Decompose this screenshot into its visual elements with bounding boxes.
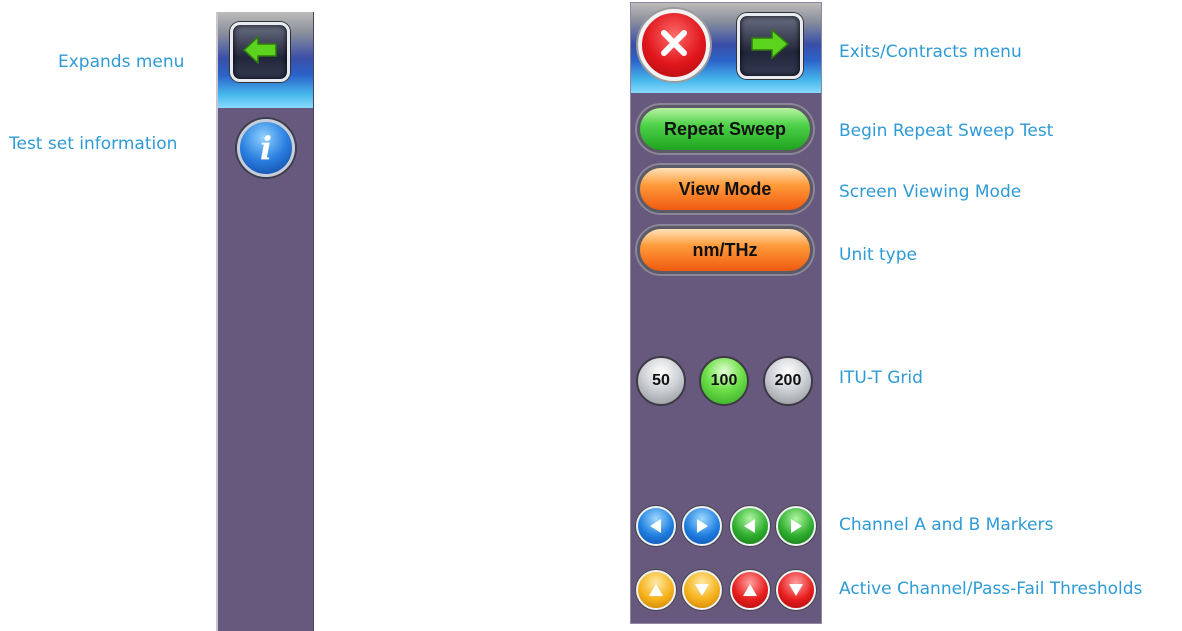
- info-icon: i: [259, 129, 273, 167]
- callout-test-set-information: Test set information: [9, 134, 178, 154]
- callout-exits-contracts-menu: Exits/Contracts menu: [839, 42, 1022, 62]
- expand-menu-button[interactable]: [230, 22, 290, 82]
- triangle-up-icon: [743, 584, 757, 596]
- repeat-sweep-button[interactable]: Repeat Sweep: [637, 105, 813, 153]
- unit-type-button[interactable]: nm/THz: [637, 226, 813, 274]
- active-channel-down-button[interactable]: [682, 570, 722, 610]
- triangle-up-icon: [649, 584, 663, 596]
- contract-menu-button[interactable]: [737, 13, 803, 79]
- grid-200-button[interactable]: 200: [763, 356, 813, 406]
- callout-expands-menu: Expands menu: [58, 52, 185, 72]
- triangle-left-icon: [650, 519, 661, 533]
- threshold-down-button[interactable]: [776, 570, 816, 610]
- channel-a-marker-left-button[interactable]: [636, 506, 676, 546]
- close-button[interactable]: [638, 9, 710, 81]
- expanded-side-panel: Repeat Sweep View Mode nm/THz 50 100 200: [630, 2, 822, 624]
- channel-b-marker-right-button[interactable]: [776, 506, 816, 546]
- triangle-left-icon: [744, 519, 755, 533]
- grid-50-button[interactable]: 50: [636, 356, 686, 406]
- triangle-down-icon: [695, 584, 709, 596]
- channel-a-marker-right-button[interactable]: [682, 506, 722, 546]
- triangle-right-icon: [791, 519, 802, 533]
- active-channel-up-button[interactable]: [636, 570, 676, 610]
- arrow-left-icon: [242, 35, 278, 69]
- view-mode-button[interactable]: View Mode: [637, 165, 813, 213]
- threshold-up-button[interactable]: [730, 570, 770, 610]
- callout-unit-type: Unit type: [839, 245, 917, 265]
- info-button[interactable]: i: [237, 119, 295, 177]
- callout-channel-markers: Channel A and B Markers: [839, 515, 1054, 535]
- callout-screen-viewing-mode: Screen Viewing Mode: [839, 182, 1022, 202]
- close-icon: [657, 26, 691, 64]
- grid-100-button[interactable]: 100: [699, 356, 749, 406]
- callout-begin-repeat-sweep: Begin Repeat Sweep Test: [839, 121, 1054, 141]
- collapsed-side-panel: i: [216, 12, 314, 631]
- callout-active-channel-thresholds: Active Channel/Pass-Fail Thresholds: [839, 579, 1143, 599]
- triangle-down-icon: [789, 584, 803, 596]
- callout-itu-t-grid: ITU-T Grid: [839, 368, 923, 388]
- triangle-right-icon: [697, 519, 708, 533]
- channel-b-marker-left-button[interactable]: [730, 506, 770, 546]
- arrow-right-icon: [750, 28, 790, 64]
